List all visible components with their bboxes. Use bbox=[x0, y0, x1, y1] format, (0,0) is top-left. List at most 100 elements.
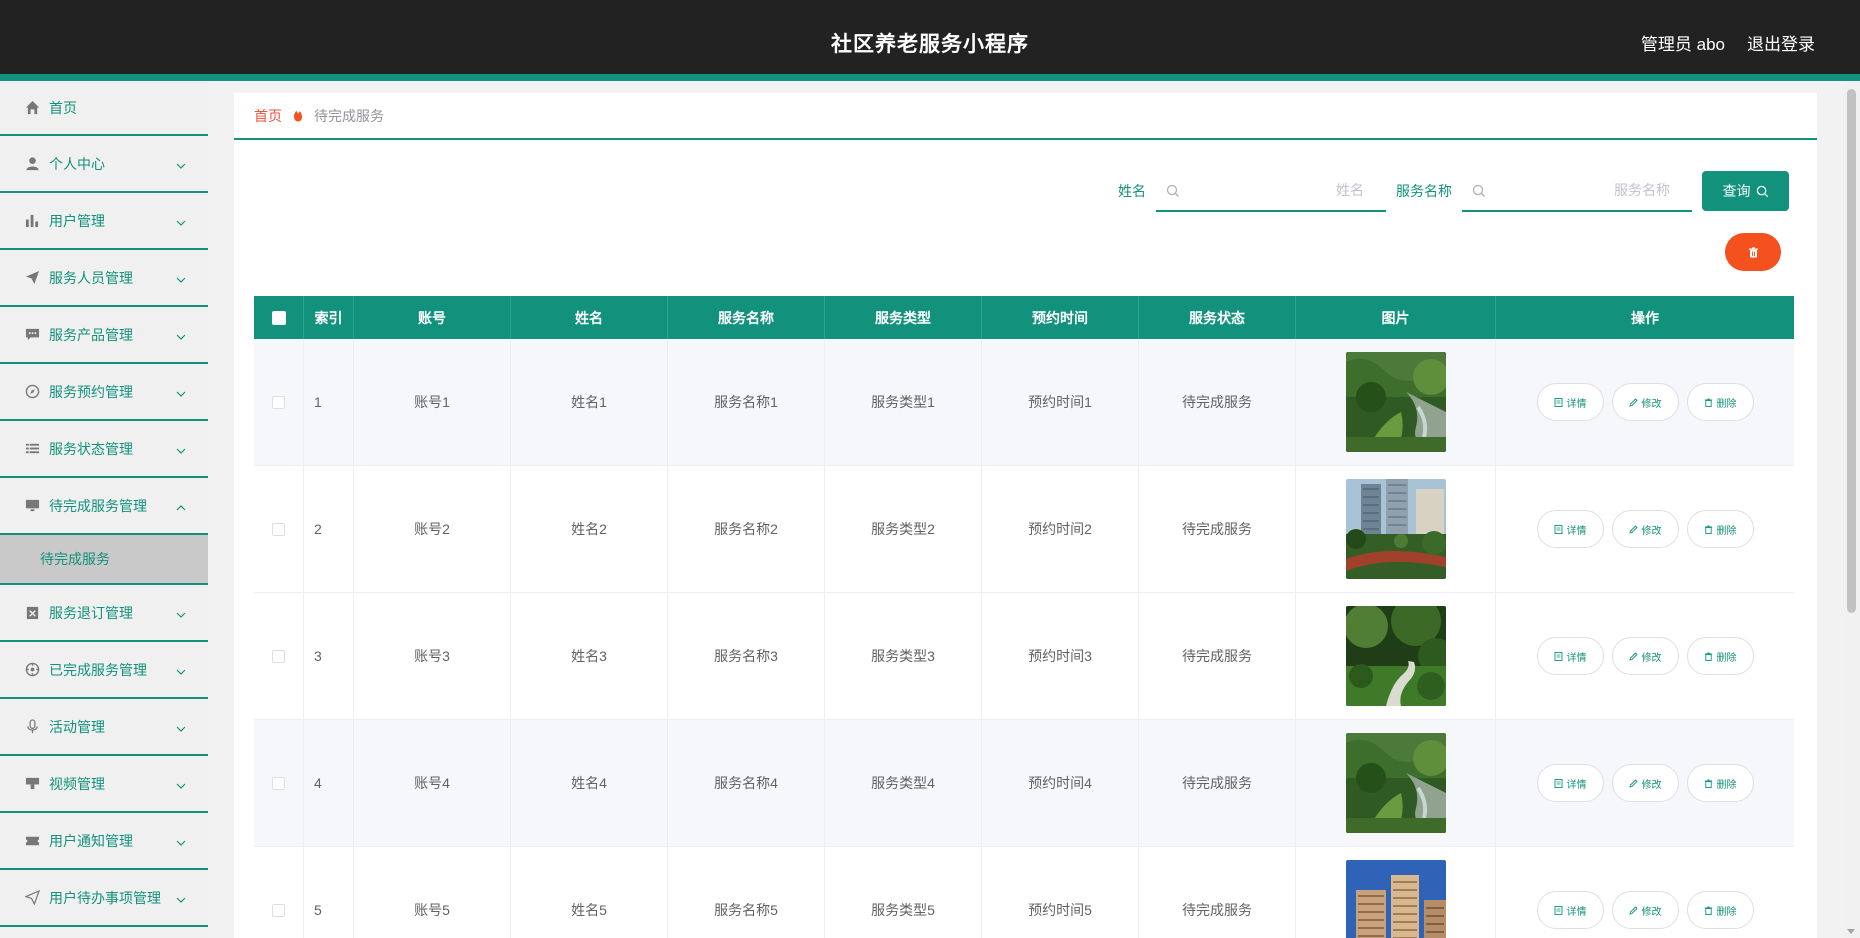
flame-icon bbox=[292, 110, 304, 122]
sidebar-item-notification-management[interactable]: 用户通知管理 bbox=[0, 813, 208, 870]
sidebar-item-cancellation-management[interactable]: 服务退订管理 bbox=[0, 585, 208, 642]
sidebar-item-video-management[interactable]: 视频管理 bbox=[0, 756, 208, 813]
cell-index: 2 bbox=[304, 466, 354, 592]
cell-service: 服务名称2 bbox=[668, 466, 825, 592]
cell-name: 姓名1 bbox=[511, 339, 668, 465]
user-icon bbox=[24, 156, 40, 172]
document-icon bbox=[1554, 397, 1562, 407]
cell-time: 预约时间2 bbox=[982, 466, 1139, 592]
cell-image bbox=[1296, 847, 1496, 938]
detail-button[interactable]: 详情 bbox=[1536, 383, 1604, 421]
document-icon bbox=[1554, 905, 1562, 915]
chevron-down-icon bbox=[176, 607, 186, 618]
detail-button[interactable]: 详情 bbox=[1536, 637, 1604, 675]
edit-button[interactable]: 修改 bbox=[1611, 383, 1679, 421]
select-all-checkbox[interactable] bbox=[271, 310, 286, 325]
name-search-input[interactable] bbox=[1186, 170, 1372, 210]
cell-type: 服务类型4 bbox=[825, 720, 982, 846]
delete-label: 删除 bbox=[1716, 906, 1737, 918]
chevron-down-icon bbox=[176, 158, 186, 169]
chevron-down-icon bbox=[176, 835, 186, 846]
detail-button[interactable]: 详情 bbox=[1536, 764, 1604, 802]
breadcrumb-home-link[interactable]: 首页 bbox=[254, 106, 282, 126]
edit-button[interactable]: 修改 bbox=[1611, 637, 1679, 675]
row-checkbox[interactable] bbox=[272, 522, 285, 536]
sidebar-item-label: 服务状态管理 bbox=[49, 440, 133, 457]
delete-button[interactable]: 删除 bbox=[1686, 510, 1754, 548]
edit-button[interactable]: 修改 bbox=[1611, 891, 1679, 929]
detail-button[interactable]: 详情 bbox=[1536, 891, 1604, 929]
pencil-icon bbox=[1628, 651, 1638, 661]
table-row: 1 账号1 姓名1 服务名称1 服务类型1 预约时间1 待完成服务 详情 修改 … bbox=[254, 339, 1794, 466]
name-search-label: 姓名 bbox=[1118, 183, 1146, 199]
garden-stream-thumbnail[interactable] bbox=[1345, 733, 1446, 833]
sidebar-item-status-management[interactable]: 服务状态管理 bbox=[0, 421, 208, 478]
scroll-down-arrow-icon[interactable] bbox=[1847, 929, 1855, 934]
sidebar-item-label: 服务预约管理 bbox=[49, 383, 133, 400]
table-row: 5 账号5 姓名5 服务名称5 服务类型5 预约时间5 待完成服务 详情 修改 … bbox=[254, 847, 1794, 938]
column-header: 服务名称 bbox=[668, 296, 825, 339]
row-checkbox[interactable] bbox=[272, 649, 285, 663]
row-select-cell bbox=[254, 466, 304, 592]
search-icon bbox=[1472, 184, 1486, 198]
detail-label: 详情 bbox=[1566, 779, 1587, 791]
sidebar-item-home[interactable]: 首页 bbox=[0, 81, 208, 136]
name-search-field bbox=[1156, 170, 1386, 212]
row-checkbox[interactable] bbox=[272, 776, 285, 790]
cell-time: 预约时间4 bbox=[982, 720, 1139, 846]
cell-image bbox=[1296, 466, 1496, 592]
sidebar-item-pending-service-management[interactable]: 待完成服务管理 bbox=[0, 478, 208, 535]
delete-button[interactable]: 删除 bbox=[1686, 637, 1754, 675]
sidebar-subitem-pending-service[interactable]: 待完成服务 bbox=[0, 535, 208, 585]
data-table: 索引 账号 姓名 服务名称 服务类型 预约时间 服务状态 图片 操作 1 账号1… bbox=[254, 296, 1794, 938]
send-icon bbox=[24, 890, 40, 906]
garden-path-thumbnail[interactable] bbox=[1345, 606, 1446, 706]
scrollbar-thumb[interactable] bbox=[1847, 89, 1856, 613]
sidebar-item-user-management[interactable]: 用户管理 bbox=[0, 193, 208, 250]
detail-label: 详情 bbox=[1566, 652, 1587, 664]
edit-button[interactable]: 修改 bbox=[1611, 764, 1679, 802]
apartment-garden-thumbnail[interactable] bbox=[1345, 479, 1446, 579]
chevron-down-icon bbox=[176, 272, 186, 283]
row-checkbox[interactable] bbox=[272, 903, 285, 917]
trash-icon bbox=[1748, 246, 1758, 257]
service-search-input[interactable] bbox=[1492, 170, 1678, 210]
cell-image bbox=[1296, 593, 1496, 719]
vertical-scrollbar[interactable] bbox=[1843, 81, 1860, 938]
ticket-icon bbox=[24, 833, 40, 849]
sidebar-item-personal-center[interactable]: 个人中心 bbox=[0, 136, 208, 193]
sidebar-item-booking-management[interactable]: 服务预约管理 bbox=[0, 364, 208, 421]
cell-status: 待完成服务 bbox=[1139, 720, 1296, 846]
microphone-icon bbox=[24, 719, 40, 735]
cell-index: 4 bbox=[304, 720, 354, 846]
logout-link[interactable]: 退出登录 bbox=[1747, 30, 1815, 55]
edit-button[interactable]: 修改 bbox=[1611, 510, 1679, 548]
cell-index: 1 bbox=[304, 339, 354, 465]
sidebar-item-completed-service-management[interactable]: 已完成服务管理 bbox=[0, 642, 208, 699]
cell-service: 服务名称4 bbox=[668, 720, 825, 846]
delete-button[interactable]: 删除 bbox=[1686, 891, 1754, 929]
sidebar-item-staff-management[interactable]: 服务人员管理 bbox=[0, 250, 208, 307]
garden-stream-thumbnail[interactable] bbox=[1345, 352, 1446, 452]
top-header: 社区养老服务小程序 管理员 abo 退出登录 bbox=[0, 0, 1860, 81]
apartment-towers-thumbnail[interactable] bbox=[1345, 860, 1446, 938]
cell-image bbox=[1296, 339, 1496, 465]
delete-button[interactable]: 删除 bbox=[1686, 764, 1754, 802]
cell-name: 姓名2 bbox=[511, 466, 668, 592]
sidebar-item-activity-management[interactable]: 活动管理 bbox=[0, 699, 208, 756]
delete-button[interactable]: 删除 bbox=[1686, 383, 1754, 421]
batch-delete-button[interactable] bbox=[1725, 233, 1781, 271]
chat-icon bbox=[24, 327, 40, 343]
paper-plane-icon bbox=[24, 270, 40, 286]
current-user-label: 管理员 abo bbox=[1640, 35, 1725, 54]
delete-label: 删除 bbox=[1716, 652, 1737, 664]
monitor-icon bbox=[24, 498, 40, 514]
detail-button[interactable]: 详情 bbox=[1536, 510, 1604, 548]
search-bar: 姓名 服务名称 查询 bbox=[1118, 170, 1789, 212]
sidebar-item-product-management[interactable]: 服务产品管理 bbox=[0, 307, 208, 364]
column-header: 姓名 bbox=[511, 296, 668, 339]
sidebar-item-todo-management[interactable]: 用户待办事项管理 bbox=[0, 870, 208, 927]
home-icon bbox=[24, 100, 40, 116]
row-checkbox[interactable] bbox=[272, 395, 285, 409]
query-button[interactable]: 查询 bbox=[1702, 171, 1789, 211]
